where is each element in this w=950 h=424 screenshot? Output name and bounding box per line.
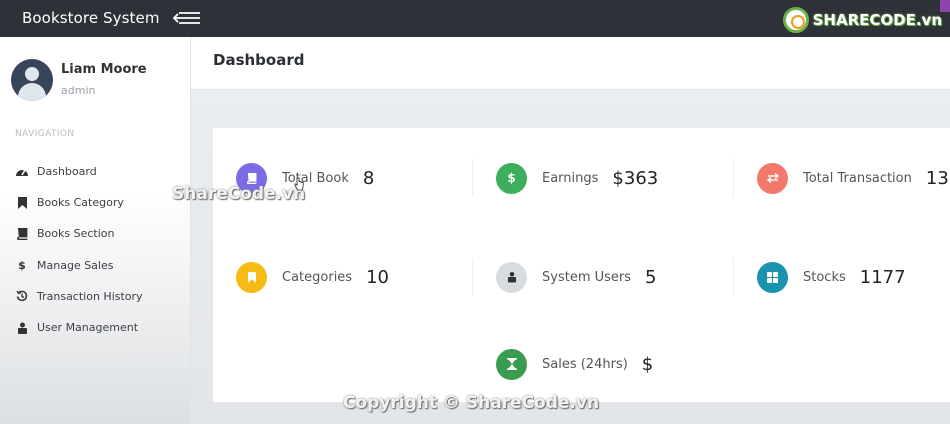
sidebar-item-label: Dashboard [37, 165, 97, 179]
stat-label: Total Transaction [803, 170, 912, 186]
sidebar-item-label: Transaction History [37, 289, 143, 303]
stat-value: 8 [362, 167, 375, 189]
watermark-logo-text: SHARECODE.vn [812, 11, 942, 29]
stat-value: $ [641, 353, 654, 375]
watermark-footer-text: Copyright © ShareCode.vn [343, 393, 600, 413]
grid-icon [757, 261, 788, 293]
dollar-icon: $ [496, 162, 527, 194]
sidebar-item-label: Manage Sales [37, 258, 114, 272]
main-content: Dashboard Total Book 8 $ Earnings $363 T… [191, 37, 950, 424]
stat-sales-24hrs[interactable]: Sales (24hrs) $ [496, 348, 653, 380]
user-lock-icon [496, 261, 527, 293]
stat-label: Categories [282, 269, 353, 285]
stat-value: 13 [925, 167, 949, 189]
watermark-logo: SHARECODE.vn [782, 6, 942, 34]
watermark-center-text: ShareCode.vn [172, 184, 306, 204]
stat-stocks[interactable]: Stocks 1177 [757, 261, 906, 293]
sidebar-item-label: Books Section [37, 227, 115, 241]
page-title: Dashboard [213, 51, 305, 69]
sidebar-item-label: User Management [37, 321, 139, 335]
sidebar-item-books-category[interactable]: Books Category [0, 187, 190, 218]
sidebar-item-label: Books Category [37, 196, 124, 210]
stat-label: Sales (24hrs) [542, 356, 628, 372]
bookmark-icon [13, 196, 31, 210]
stat-total-transaction[interactable]: Total Transaction 13 [757, 162, 949, 194]
bookmark-icon [236, 261, 267, 293]
brand-title[interactable]: Bookstore System [22, 9, 160, 27]
stat-value: 1177 [859, 266, 906, 288]
sidebar-item-dashboard[interactable]: Dashboard [0, 156, 190, 187]
stat-label: System Users [542, 269, 632, 285]
hourglass-icon [496, 348, 527, 380]
divider [472, 159, 473, 197]
stats-card: Total Book 8 $ Earnings $363 Total Trans… [213, 128, 950, 402]
user-role: admin [61, 84, 96, 97]
dollar-icon: $ [18, 258, 26, 272]
stat-categories[interactable]: Categories 10 [236, 261, 389, 293]
top-bar: Bookstore System SHARECODE.vn [0, 0, 950, 37]
page-header: Dashboard [191, 37, 950, 90]
stat-value: 10 [366, 266, 389, 288]
sidebar-item-manage-sales[interactable]: $ Manage Sales [0, 250, 190, 281]
stat-value: $363 [612, 167, 659, 189]
avatar[interactable] [11, 59, 53, 101]
sharecode-logo-icon [782, 7, 809, 33]
sidebar-item-transaction-history[interactable]: Transaction History [0, 281, 190, 312]
stat-earnings[interactable]: $ Earnings $363 [496, 162, 658, 194]
dashboard-icon [13, 165, 31, 179]
sidebar-nav: Dashboard Books Category Books Section $… [0, 156, 190, 343]
corner-decoration [940, 0, 950, 12]
divider [733, 159, 734, 197]
stat-label: Stocks [803, 269, 846, 285]
sidebar: Liam Moore admin NAVIGATION Dashboard Bo… [0, 37, 191, 424]
stat-label: Earnings [542, 170, 599, 186]
book-icon [13, 227, 31, 241]
divider [733, 258, 734, 296]
divider [472, 258, 473, 296]
user-lock-icon [13, 321, 31, 335]
history-icon [13, 289, 31, 303]
sidebar-item-user-management[interactable]: User Management [0, 312, 190, 343]
menu-toggle-icon[interactable] [172, 10, 202, 26]
stat-system-users[interactable]: System Users 5 [496, 261, 656, 293]
nav-header: NAVIGATION [15, 129, 75, 139]
stat-value: 5 [645, 266, 657, 288]
exchange-icon [757, 162, 788, 194]
user-name: Liam Moore [61, 62, 147, 77]
hand-cursor-icon [294, 177, 304, 191]
sidebar-item-books-section[interactable]: Books Section [0, 218, 190, 249]
